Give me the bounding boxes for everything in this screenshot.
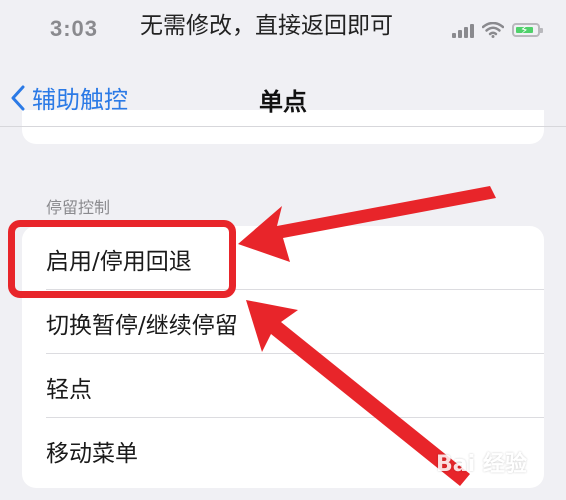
annotation-arrows (238, 186, 496, 486)
annotation-arrow-upper (238, 186, 496, 262)
watermark: Bai 经验 (436, 452, 527, 477)
